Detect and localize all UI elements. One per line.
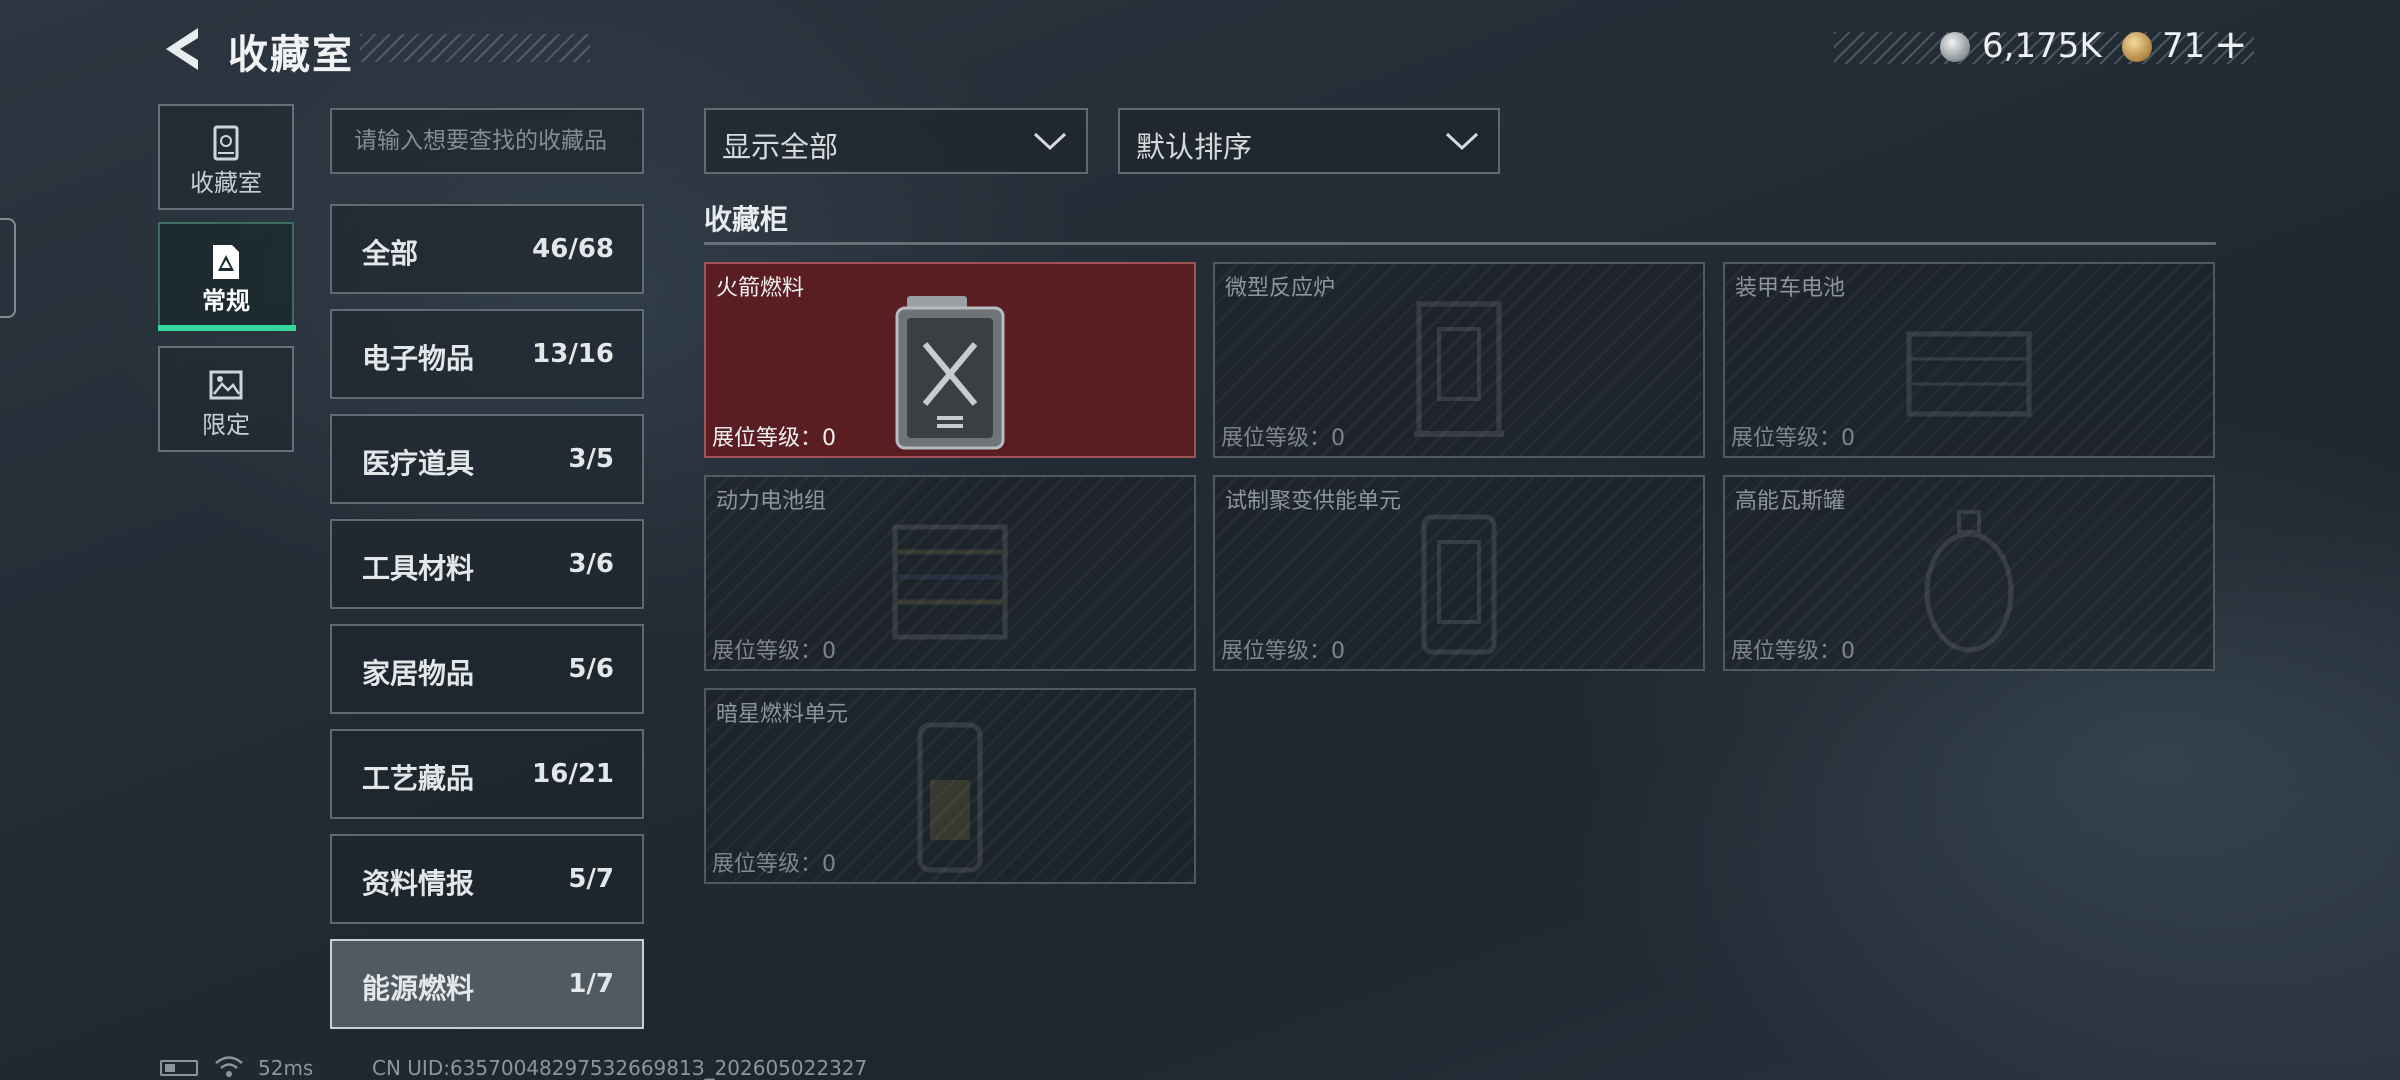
section-title: 收藏柜 (704, 203, 789, 236)
gold-currency-amount: 71 (2162, 26, 2206, 66)
gas-canister-icon (1924, 510, 2014, 653)
back-arrow-icon[interactable] (158, 24, 206, 74)
category-energy-fuel[interactable]: 能源燃料 1/7 (330, 939, 644, 1029)
battery-icon (160, 1060, 198, 1076)
item-card[interactable]: 暗星燃料单元 展位等级：0 (704, 688, 1196, 884)
category-name: 全部 (362, 237, 419, 270)
nav-collection-room[interactable]: 收藏室 (158, 104, 294, 210)
item-level: 展位等级：0 (712, 852, 836, 877)
item-name: 火箭燃料 (716, 276, 805, 301)
armored-vehicle-battery-icon (1906, 331, 2032, 417)
dropdown-value: 默认排序 (1136, 130, 1253, 164)
category-count: 3/6 (568, 549, 614, 579)
category-name: 工具材料 (362, 552, 475, 585)
category-crafts[interactable]: 工艺藏品 16/21 (330, 729, 644, 819)
power-battery-pack-icon (892, 524, 1008, 640)
category-name: 工艺藏品 (362, 762, 475, 795)
category-count: 1/7 (568, 969, 614, 999)
document-icon (213, 245, 239, 279)
nav-normal[interactable]: 常规 (158, 222, 294, 328)
item-level: 展位等级：0 (1221, 639, 1345, 664)
item-level: 展位等级：0 (1221, 426, 1345, 451)
category-name: 家居物品 (362, 657, 475, 690)
selected-indicator (158, 325, 296, 331)
jerry-can-icon (895, 296, 1005, 450)
item-card[interactable]: 微型反应炉 展位等级：0 (1213, 262, 1705, 458)
show-filter-dropdown[interactable]: 显示全部 (704, 108, 1088, 174)
item-card[interactable]: 动力电池组 展位等级：0 (704, 475, 1196, 671)
category-count: 3/5 (568, 444, 614, 474)
item-card[interactable]: 火箭燃料 展位等级：0 (704, 262, 1196, 458)
item-level: 展位等级：0 (1731, 426, 1855, 451)
category-tools[interactable]: 工具材料 3/6 (330, 519, 644, 609)
category-medical[interactable]: 医疗道具 3/5 (330, 414, 644, 504)
title-decoration (360, 34, 590, 62)
item-card[interactable]: 装甲车电池 展位等级：0 (1723, 262, 2215, 458)
category-all[interactable]: 全部 46/68 (330, 204, 644, 294)
wifi-icon (215, 1056, 243, 1077)
side-drawer-handle[interactable] (0, 218, 16, 318)
item-level: 展位等级：0 (712, 639, 836, 664)
category-count: 46/68 (532, 234, 614, 264)
category-intel[interactable]: 资料情报 5/7 (330, 834, 644, 924)
user-uid: CN UID:6357004829753266981З_202605022327 (372, 1056, 868, 1080)
item-name: 动力电池组 (716, 489, 827, 514)
dark-star-fuel-cell-icon (917, 722, 983, 873)
trophy-cabinet-icon (213, 125, 239, 161)
silver-coin-icon (1940, 32, 1970, 62)
item-name: 微型反应炉 (1225, 276, 1336, 301)
item-card[interactable]: 试制聚变供能单元 展位等级：0 (1213, 475, 1705, 671)
silver-currency-amount: 6,175K (1982, 26, 2102, 66)
nav-limited[interactable]: 限定 (158, 346, 294, 452)
search-input[interactable] (330, 108, 644, 174)
nav-label: 收藏室 (190, 169, 262, 197)
category-count: 5/6 (568, 654, 614, 684)
category-count: 13/16 (532, 339, 614, 369)
item-name: 暗星燃料单元 (716, 702, 849, 727)
category-count: 5/7 (568, 864, 614, 894)
category-count: 16/21 (532, 759, 614, 789)
category-household[interactable]: 家居物品 5/6 (330, 624, 644, 714)
item-level: 展位等级：0 (712, 426, 836, 451)
dropdown-value: 显示全部 (722, 130, 839, 164)
category-name: 能源燃料 (362, 972, 475, 1005)
ping-indicator: 52ms (258, 1056, 314, 1080)
page-title: 收藏室 (228, 32, 354, 78)
category-name: 资料情报 (362, 867, 475, 900)
add-currency-button[interactable]: + (2214, 22, 2248, 68)
category-name: 医疗道具 (362, 447, 475, 480)
fusion-cell-icon (1421, 514, 1497, 655)
chevron-down-icon (1033, 132, 1067, 151)
item-name: 装甲车电池 (1735, 276, 1846, 301)
nav-label: 限定 (202, 411, 250, 439)
item-name: 试制聚变供能单元 (1225, 489, 1402, 514)
category-electronics[interactable]: 电子物品 13/16 (330, 309, 644, 399)
gold-coin-icon (2122, 32, 2152, 62)
reactor-icon (1414, 301, 1504, 437)
nav-label: 常规 (202, 287, 250, 315)
picture-icon (209, 370, 243, 400)
item-name: 高能瓦斯罐 (1735, 489, 1846, 514)
item-card[interactable]: 高能瓦斯罐 展位等级：0 (1723, 475, 2215, 671)
category-name: 电子物品 (362, 342, 475, 375)
chevron-down-icon (1445, 132, 1479, 151)
section-divider (704, 242, 2216, 245)
item-level: 展位等级：0 (1731, 639, 1855, 664)
sort-dropdown[interactable]: 默认排序 (1118, 108, 1500, 174)
